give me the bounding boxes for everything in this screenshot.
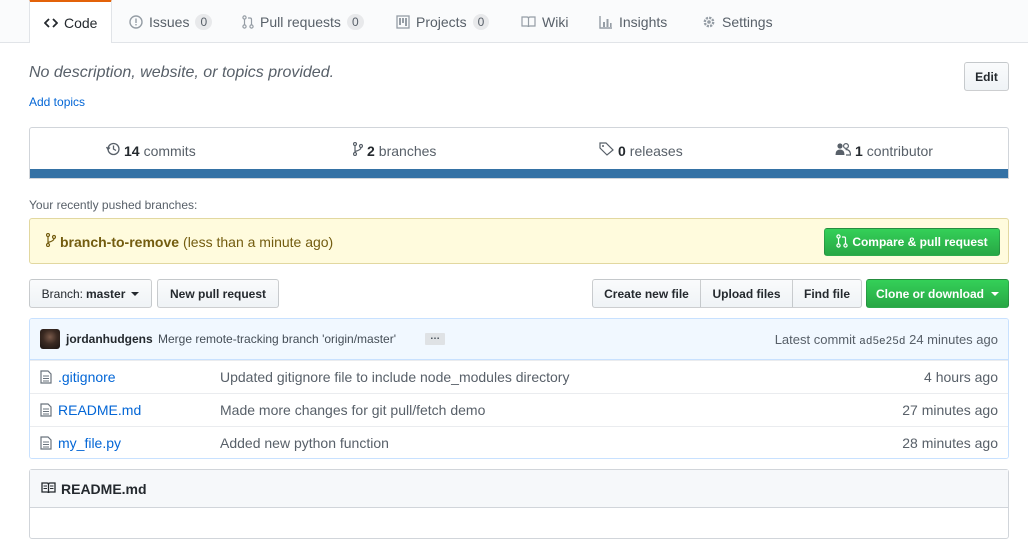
latest-commit-label: Latest commit [774,332,856,347]
commits-link[interactable]: 14 commits [105,142,196,159]
upload-files-button[interactable]: Upload files [700,279,793,308]
tab-label: Insights [619,13,668,30]
commit-message[interactable]: Merge remote-tracking branch 'origin/mas… [158,332,396,346]
file-icon [40,370,52,387]
repo-description: No description, website, or topics provi… [29,64,335,81]
table-row: README.md Made more changes for git pull… [30,393,1008,426]
tab-label: Code [64,14,98,31]
new-pull-request-button[interactable]: New pull request [157,279,279,308]
tab-label: Projects [416,13,467,30]
project-icon [396,14,410,29]
file-age: 27 minutes ago [902,402,998,418]
recent-branch-info: branch-to-remove (less than a minute ago… [45,232,334,250]
gear-icon [702,15,716,29]
file-table: jordanhudgens Merge remote-tracking bran… [29,318,1009,459]
dropdown-caret-icon [131,291,140,296]
clone-download-button[interactable]: Clone or download [866,279,1009,308]
numbers-summary: 14 commits 2 branches 0 releases 1 contr… [29,127,1009,179]
tab-wiki[interactable]: Wiki [521,0,568,43]
graph-icon [599,15,613,29]
readme-header: README.md [30,470,1008,508]
tab-insights[interactable]: Insights [599,0,667,43]
edit-description-button[interactable]: Edit [964,62,1009,91]
avatar[interactable] [40,329,60,349]
issue-icon [129,14,143,29]
contributors-count: 1 [855,142,863,159]
find-file-button[interactable]: Find file [792,279,862,308]
add-topics-link[interactable]: Add topics [29,95,85,109]
releases-link[interactable]: 0 releases [599,142,683,159]
commit-author[interactable]: jordanhudgens [66,332,153,346]
recent-branch-name[interactable]: branch-to-remove [60,234,179,250]
contributors-label: contributor [866,142,933,159]
branch-prefix: Branch: [41,286,83,301]
commit-tease: jordanhudgens Merge remote-tracking bran… [30,319,1008,360]
branch-select-button[interactable]: Branch: master [29,279,152,308]
file-age: 28 minutes ago [902,435,998,451]
create-new-file-button[interactable]: Create new file [592,279,701,308]
file-commit-message[interactable]: Made more changes for git pull/fetch dem… [220,402,485,418]
commit-sha[interactable]: ad5e25d [859,336,905,348]
projects-counter: 0 [472,13,490,30]
file-name-link[interactable]: .gitignore [58,369,116,385]
branch-name: master [86,286,126,301]
releases-label: releases [629,142,683,159]
file-commit-message[interactable]: Updated gitignore file to include node_m… [220,369,569,385]
commits-label: commits [143,142,196,159]
clone-label: Clone or download [876,286,984,301]
contributors-link[interactable]: 1 contributor [835,142,933,159]
file-age: 4 hours ago [924,369,998,385]
people-icon [835,142,852,159]
code-icon [44,16,58,30]
commit-age: 24 minutes ago [909,332,998,347]
tab-settings[interactable]: Settings [702,0,773,43]
branch-icon [45,232,57,250]
releases-count: 0 [618,142,626,159]
recent-branch-banner: branch-to-remove (less than a minute ago… [29,218,1009,264]
book-icon [41,481,56,497]
pull-request-icon [242,14,254,29]
history-icon [105,142,120,159]
table-row: .gitignore Updated gitignore file to inc… [30,360,1008,393]
language-bar[interactable] [30,169,1008,178]
branch-icon [352,141,364,159]
branches-label: branches [378,142,437,159]
commit-expand-button[interactable]: … [425,332,445,345]
tab-projects[interactable]: Projects 0 [396,0,490,43]
book-icon [521,15,536,28]
recent-branches-label: Your recently pushed branches: [29,198,198,212]
file-icon [40,403,52,420]
table-row: my_file.py Added new python function 28 … [30,426,1008,458]
readme-box: README.md [29,469,1009,539]
tab-label: Settings [722,13,773,30]
file-actions-group: Create new file Upload files Find file [592,279,862,308]
tab-pull-requests[interactable]: Pull requests 0 [242,0,364,43]
file-commit-message[interactable]: Added new python function [220,435,389,451]
tab-label: Pull requests [260,13,341,30]
pull-request-icon [836,233,849,251]
tab-label: Wiki [542,13,569,30]
readme-title: README.md [61,480,147,497]
compare-pull-request-button[interactable]: Compare & pull request [824,228,1000,256]
pull-requests-counter: 0 [346,13,364,30]
file-icon [40,436,52,453]
tab-label: Issues [149,13,190,30]
recent-branch-time: (less than a minute ago) [183,233,334,250]
branches-link[interactable]: 2 branches [352,141,437,159]
repo-tabnav: Code Issues 0 Pull requests 0 Projects 0… [0,0,1028,43]
issues-counter: 0 [195,13,213,30]
latest-commit-info: Latest commit ad5e25d 24 minutes ago [775,332,998,348]
file-name-link[interactable]: README.md [58,402,141,418]
tag-icon [599,142,614,159]
file-name-link[interactable]: my_file.py [58,435,121,451]
compare-label: Compare & pull request [852,235,988,249]
tab-issues[interactable]: Issues 0 [129,0,213,43]
tab-code[interactable]: Code [29,0,113,43]
dropdown-caret-icon [991,291,999,296]
branches-count: 2 [367,142,375,159]
commits-count: 14 [124,142,140,159]
